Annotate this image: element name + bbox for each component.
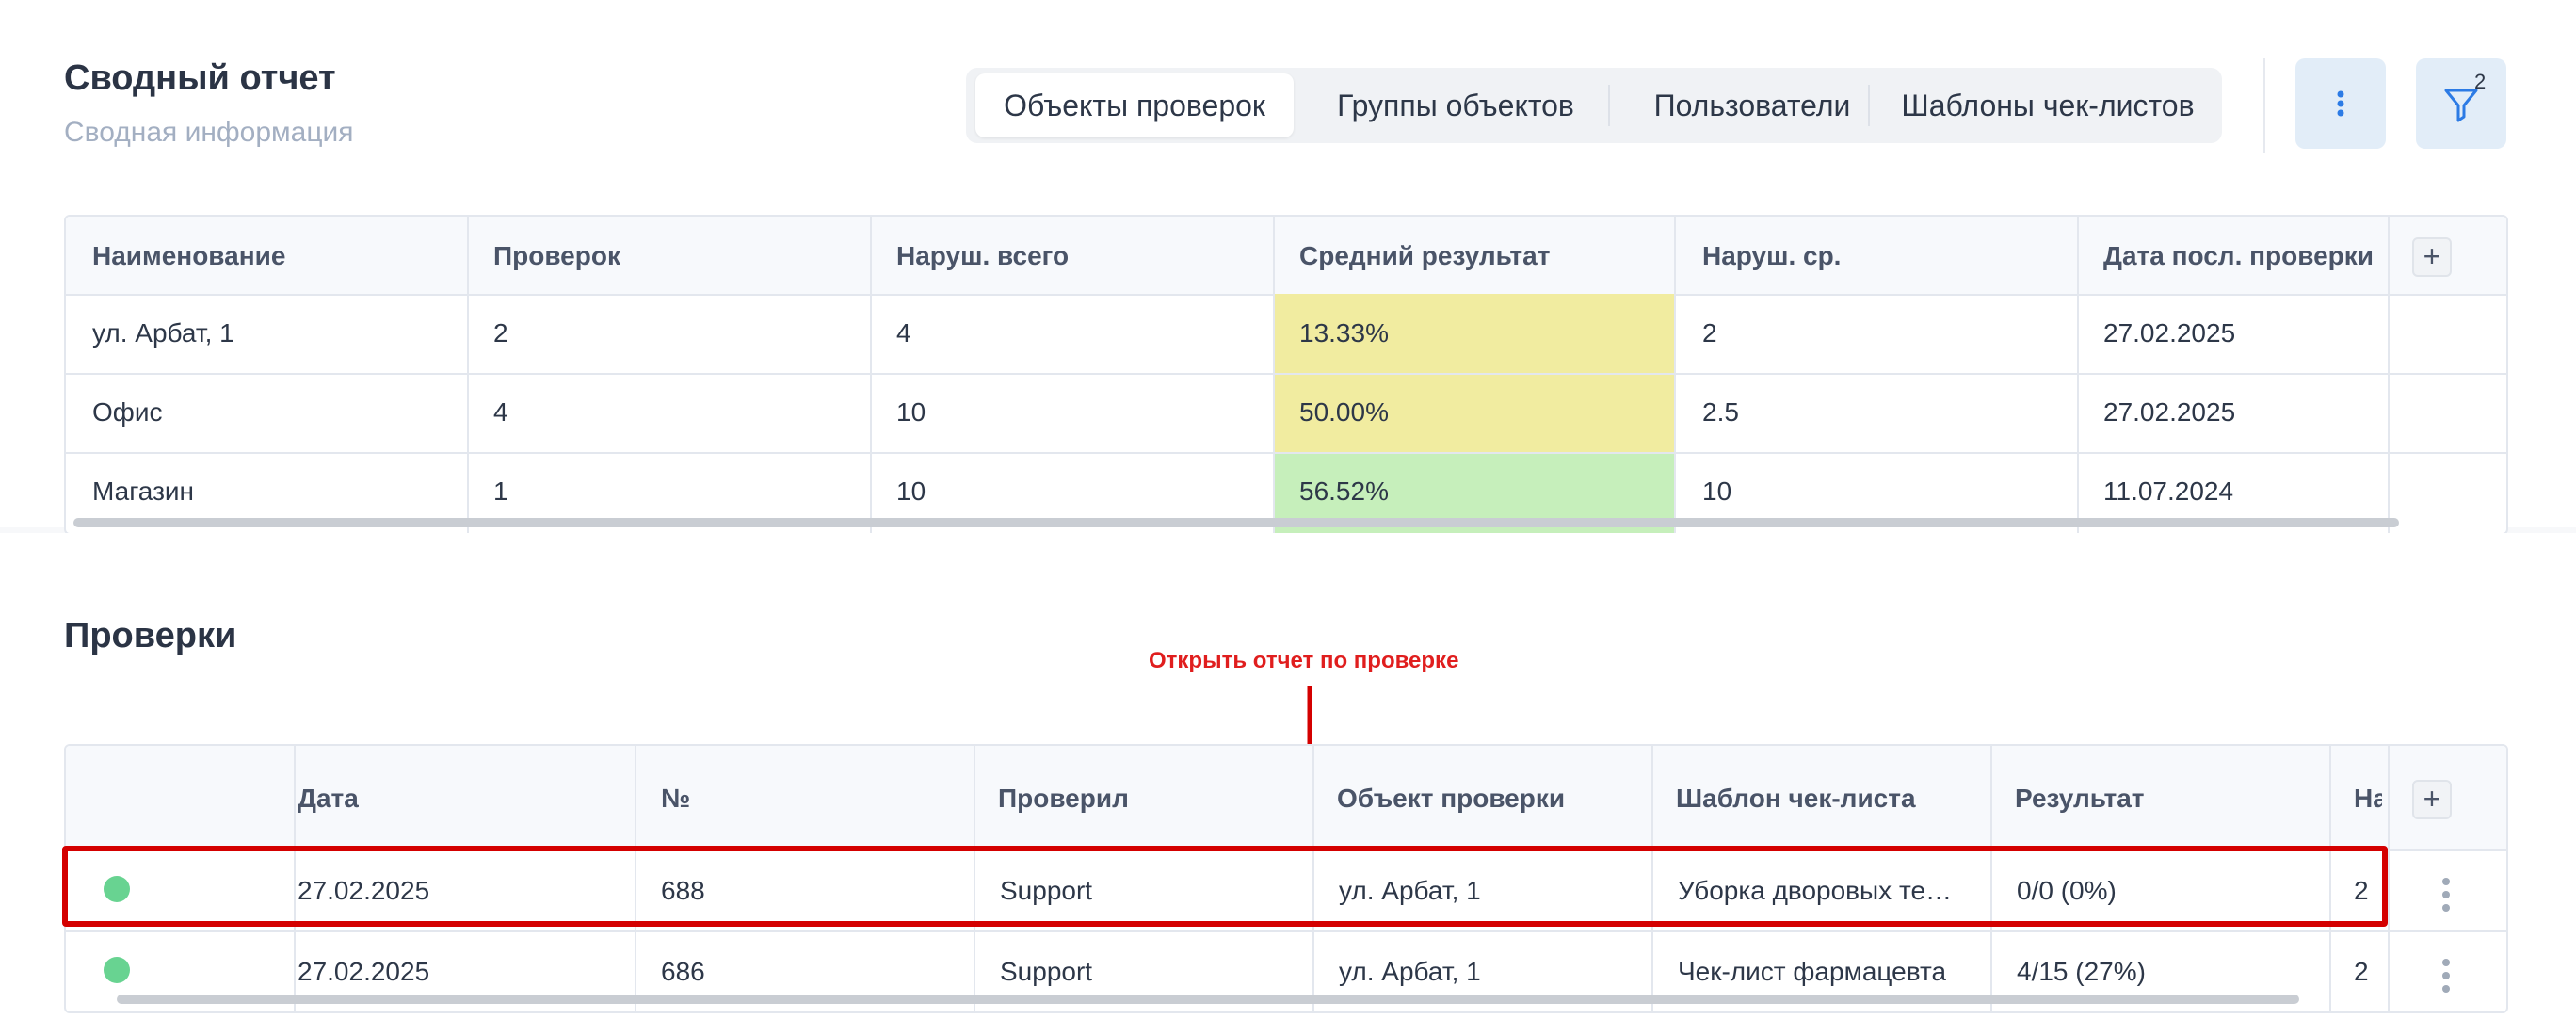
row-divider xyxy=(66,930,2506,932)
add-column-button[interactable]: + xyxy=(2412,237,2452,277)
column-divider xyxy=(467,217,469,533)
cell-last-check-date: 27.02.2025 xyxy=(2103,318,2236,348)
summary-subtitle: Сводная информация xyxy=(64,117,354,148)
column-header-date[interactable]: Дата xyxy=(298,784,359,814)
checks-title: Проверки xyxy=(64,616,237,655)
column-header-average-result[interactable]: Средний результат xyxy=(1299,241,1550,271)
status-dot-icon xyxy=(104,957,130,983)
cell-violations-avg: 2.5 xyxy=(1702,397,1739,427)
summary-title: Сводный отчет xyxy=(64,58,336,98)
annotation-highlight-box xyxy=(62,846,2388,927)
horizontal-scrollbar[interactable] xyxy=(73,518,2399,527)
kebab-icon[interactable] xyxy=(2442,959,2450,998)
cell-object: ул. Арбат, 1 xyxy=(1339,957,1481,986)
cell-name: Офис xyxy=(92,397,163,427)
checks-table-header: Дата № Проверил Объект проверки Шаблон ч… xyxy=(66,746,2506,851)
toolbar-divider xyxy=(2263,58,2265,153)
horizontal-scrollbar[interactable] xyxy=(117,995,2299,1004)
cell-template: Чек-лист фармацевта xyxy=(1678,957,1947,986)
cell-violations-total: 10 xyxy=(896,397,926,427)
cell-average-result: 56.52% xyxy=(1299,477,1389,506)
filter-icon xyxy=(2444,89,2478,122)
cell-checks: 1 xyxy=(493,477,508,506)
cell-checks: 4 xyxy=(493,397,508,427)
tab-inspection-objects[interactable]: Объекты проверок xyxy=(975,73,1294,137)
filter-button[interactable]: 2 xyxy=(2416,58,2506,149)
cell-result: 4/15 (27%) xyxy=(2017,957,2146,986)
add-column-button[interactable]: + xyxy=(2412,780,2452,819)
tab-object-groups[interactable]: Группы объектов xyxy=(1303,73,1608,137)
column-header-violations-avg[interactable]: Наруш. ср. xyxy=(1702,241,1841,271)
column-header-last-check-date[interactable]: Дата посл. проверки xyxy=(2103,241,2374,271)
cell-number: 686 xyxy=(661,957,705,986)
cell-name: Магазин xyxy=(92,477,195,506)
column-divider xyxy=(1674,217,1676,533)
cell-violations-total: 10 xyxy=(896,477,926,506)
column-header-name[interactable]: Наименование xyxy=(92,241,285,271)
filter-count-badge: 2 xyxy=(2474,70,2487,93)
more-button[interactable] xyxy=(2295,58,2386,149)
row-divider xyxy=(66,452,2506,454)
column-header-result[interactable]: Результат xyxy=(2015,784,2145,814)
column-header-checks[interactable]: Проверок xyxy=(493,241,620,271)
column-divider xyxy=(2388,746,2390,1011)
column-divider xyxy=(1273,217,1275,533)
cell-last-check-date: 27.02.2025 xyxy=(2103,397,2236,427)
vertical-dots-icon xyxy=(2337,90,2344,117)
summary-table-header: Наименование Проверок Наруш. всего Средн… xyxy=(66,217,2506,296)
tab-bar: Объекты проверок Группы объектов Пользов… xyxy=(966,68,2222,143)
column-divider xyxy=(2388,217,2390,533)
cell-average-result: 13.33% xyxy=(1299,318,1389,348)
annotation-label: Открыть отчет по проверке xyxy=(1149,648,1459,673)
tab-checklist-templates[interactable]: Шаблоны чек-листов xyxy=(1879,73,2216,137)
cell-violations-avg: 10 xyxy=(1702,477,1732,506)
column-header-number[interactable]: № xyxy=(661,784,690,814)
column-header-inspector[interactable]: Проверил xyxy=(998,784,1129,814)
cell-checks: 2 xyxy=(493,318,508,348)
tab-separator xyxy=(1868,85,1870,126)
cell-violations-avg: 2 xyxy=(1702,318,1717,348)
column-header-object[interactable]: Объект проверки xyxy=(1337,784,1565,814)
cell-date: 27.02.2025 xyxy=(298,957,430,986)
column-header-violations-total[interactable]: Наруш. всего xyxy=(896,241,1069,271)
tab-separator xyxy=(1608,85,1610,126)
tab-users[interactable]: Пользователи xyxy=(1619,73,1885,137)
row-divider xyxy=(66,373,2506,375)
cell-violations-total: 4 xyxy=(896,318,911,348)
kebab-icon[interactable] xyxy=(2442,878,2450,917)
column-divider xyxy=(2077,217,2079,533)
cell-average-result: 50.00% xyxy=(1299,397,1389,427)
cell-last-check-date: 11.07.2024 xyxy=(2103,477,2234,506)
column-header-truncated[interactable]: На xyxy=(2354,784,2382,814)
summary-card: Сводный отчет Сводная информация Объекты… xyxy=(0,0,2576,535)
cell-name: ул. Арбат, 1 xyxy=(92,318,234,348)
summary-table: Наименование Проверок Наруш. всего Средн… xyxy=(64,215,2508,535)
cell-truncated: 2 xyxy=(2354,957,2369,986)
column-header-template[interactable]: Шаблон чек-листа xyxy=(1676,784,1916,814)
column-divider xyxy=(870,217,872,533)
cell-inspector: Support xyxy=(1000,957,1093,986)
